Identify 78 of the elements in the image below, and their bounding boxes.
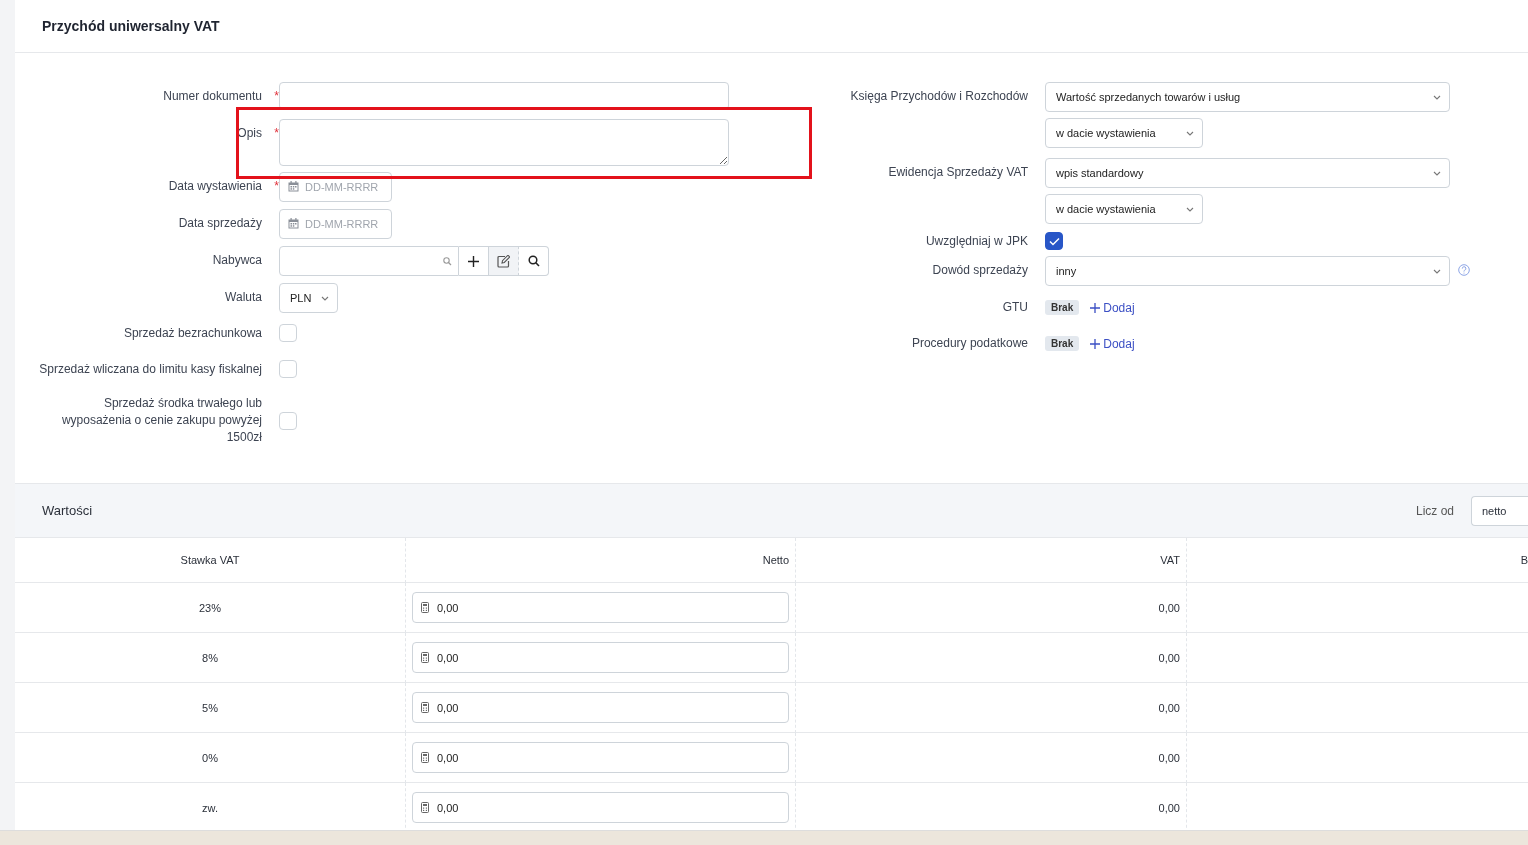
dropdown[interactable]: w dacie wystawienia	[1045, 194, 1203, 224]
plus-icon	[1090, 338, 1101, 349]
amount-field[interactable]: 0,00	[412, 642, 789, 673]
chevron-down-icon	[1186, 206, 1194, 212]
search-icon	[527, 255, 540, 267]
table-cell: 5%	[202, 701, 218, 714]
field-label: Data sprzedaży	[178, 215, 262, 232]
field-label: Procedury podatkowe	[911, 336, 1028, 350]
field-label: Sprzedaż środka trwałego lub wyposażenia o cenie zakupu powyżej 1500zł	[60, 395, 262, 446]
dropdown[interactable]: Wartość sprzedanych towarów i usług	[1045, 82, 1450, 112]
amount-field[interactable]: 0,00	[412, 592, 789, 623]
amount-field[interactable]: 0,00	[412, 742, 789, 773]
field-label: Waluta	[225, 289, 262, 306]
table-cell: 0,00	[1158, 701, 1180, 714]
table-cell: 23%	[199, 601, 221, 614]
field-label: Licz od	[1415, 503, 1454, 518]
plus-icon	[1090, 302, 1101, 313]
chevron-down-icon	[1186, 130, 1194, 136]
check-icon	[1048, 236, 1060, 246]
currency-select[interactable]: PLN	[279, 283, 338, 313]
amount-field[interactable]: 0,00	[412, 692, 789, 723]
table-cell: 0%	[202, 751, 218, 764]
checkbox[interactable]	[1045, 232, 1063, 250]
table-cell: 0,00	[1158, 751, 1180, 764]
field-label: Numer dokumentu	[163, 88, 262, 105]
column-header: Stawka VAT	[180, 554, 240, 566]
textarea-field[interactable]	[279, 119, 729, 166]
field-label: GTU	[1002, 300, 1028, 314]
edit-icon	[497, 254, 510, 268]
table-cell: 8%	[202, 651, 218, 664]
table-cell: 0,00	[1158, 651, 1180, 664]
field-label: Data wystawienia	[168, 178, 262, 195]
search-icon	[443, 256, 452, 266]
field-label: Księga Przychodów i Rozchodów	[850, 88, 1028, 105]
calculator-icon	[421, 802, 429, 813]
dropdown[interactable]: inny	[1045, 256, 1450, 286]
search-field[interactable]	[279, 246, 459, 276]
field-label: Sprzedaż wliczana do limitu kasy fiskalnej	[39, 360, 262, 378]
required-mark: *	[274, 179, 279, 193]
dropdown[interactable]: netto	[1471, 495, 1528, 526]
required-mark: *	[274, 126, 279, 140]
add-link[interactable]: Dodaj	[1090, 336, 1135, 351]
chevron-down-icon	[1433, 170, 1441, 176]
field-label: Dowód sprzedaży	[932, 262, 1028, 279]
amount-field[interactable]: 0,00	[412, 792, 789, 823]
field-label: Uwzględniaj w JPK	[925, 233, 1028, 248]
chevron-down-icon	[1433, 268, 1441, 274]
field-label: Sprzedaż bezrachunkowa	[123, 324, 262, 342]
status-badge: Brak	[1045, 336, 1080, 351]
table-cell: 0,00	[1158, 601, 1180, 614]
text-field[interactable]	[279, 82, 729, 110]
calendar-icon	[288, 218, 299, 229]
column-header: B	[1520, 554, 1528, 566]
field-label: Nabywca	[212, 252, 262, 269]
dropdown[interactable]: w dacie wystawienia	[1045, 118, 1203, 148]
form-title: Przychód uniwersalny VAT	[42, 18, 220, 34]
column-header: VAT	[1160, 554, 1180, 566]
calculator-icon	[421, 702, 429, 713]
plus-icon	[468, 255, 479, 267]
calculator-icon	[421, 602, 429, 613]
calculator-icon	[421, 652, 429, 663]
calendar-icon	[288, 181, 299, 192]
required-mark: *	[274, 89, 279, 103]
table-cell: 0,00	[1158, 801, 1180, 814]
add-link[interactable]: Dodaj	[1090, 300, 1135, 315]
search-button[interactable]	[519, 246, 549, 276]
column-header: Netto	[762, 554, 789, 566]
dropdown[interactable]: wpis standardowy	[1045, 158, 1450, 188]
edit-button[interactable]	[489, 246, 519, 276]
date-field[interactable]: DD-MM-RRRR	[279, 209, 392, 239]
add-button[interactable]	[459, 246, 489, 276]
calculator-icon	[421, 752, 429, 763]
field-label: Ewidencja Sprzedaży VAT	[888, 164, 1028, 181]
chevron-down-icon	[1433, 94, 1441, 100]
section-title: Wartości	[42, 503, 93, 518]
table-cell: zw.	[202, 801, 218, 814]
status-badge: Brak	[1045, 300, 1080, 315]
chevron-down-icon	[321, 295, 329, 301]
